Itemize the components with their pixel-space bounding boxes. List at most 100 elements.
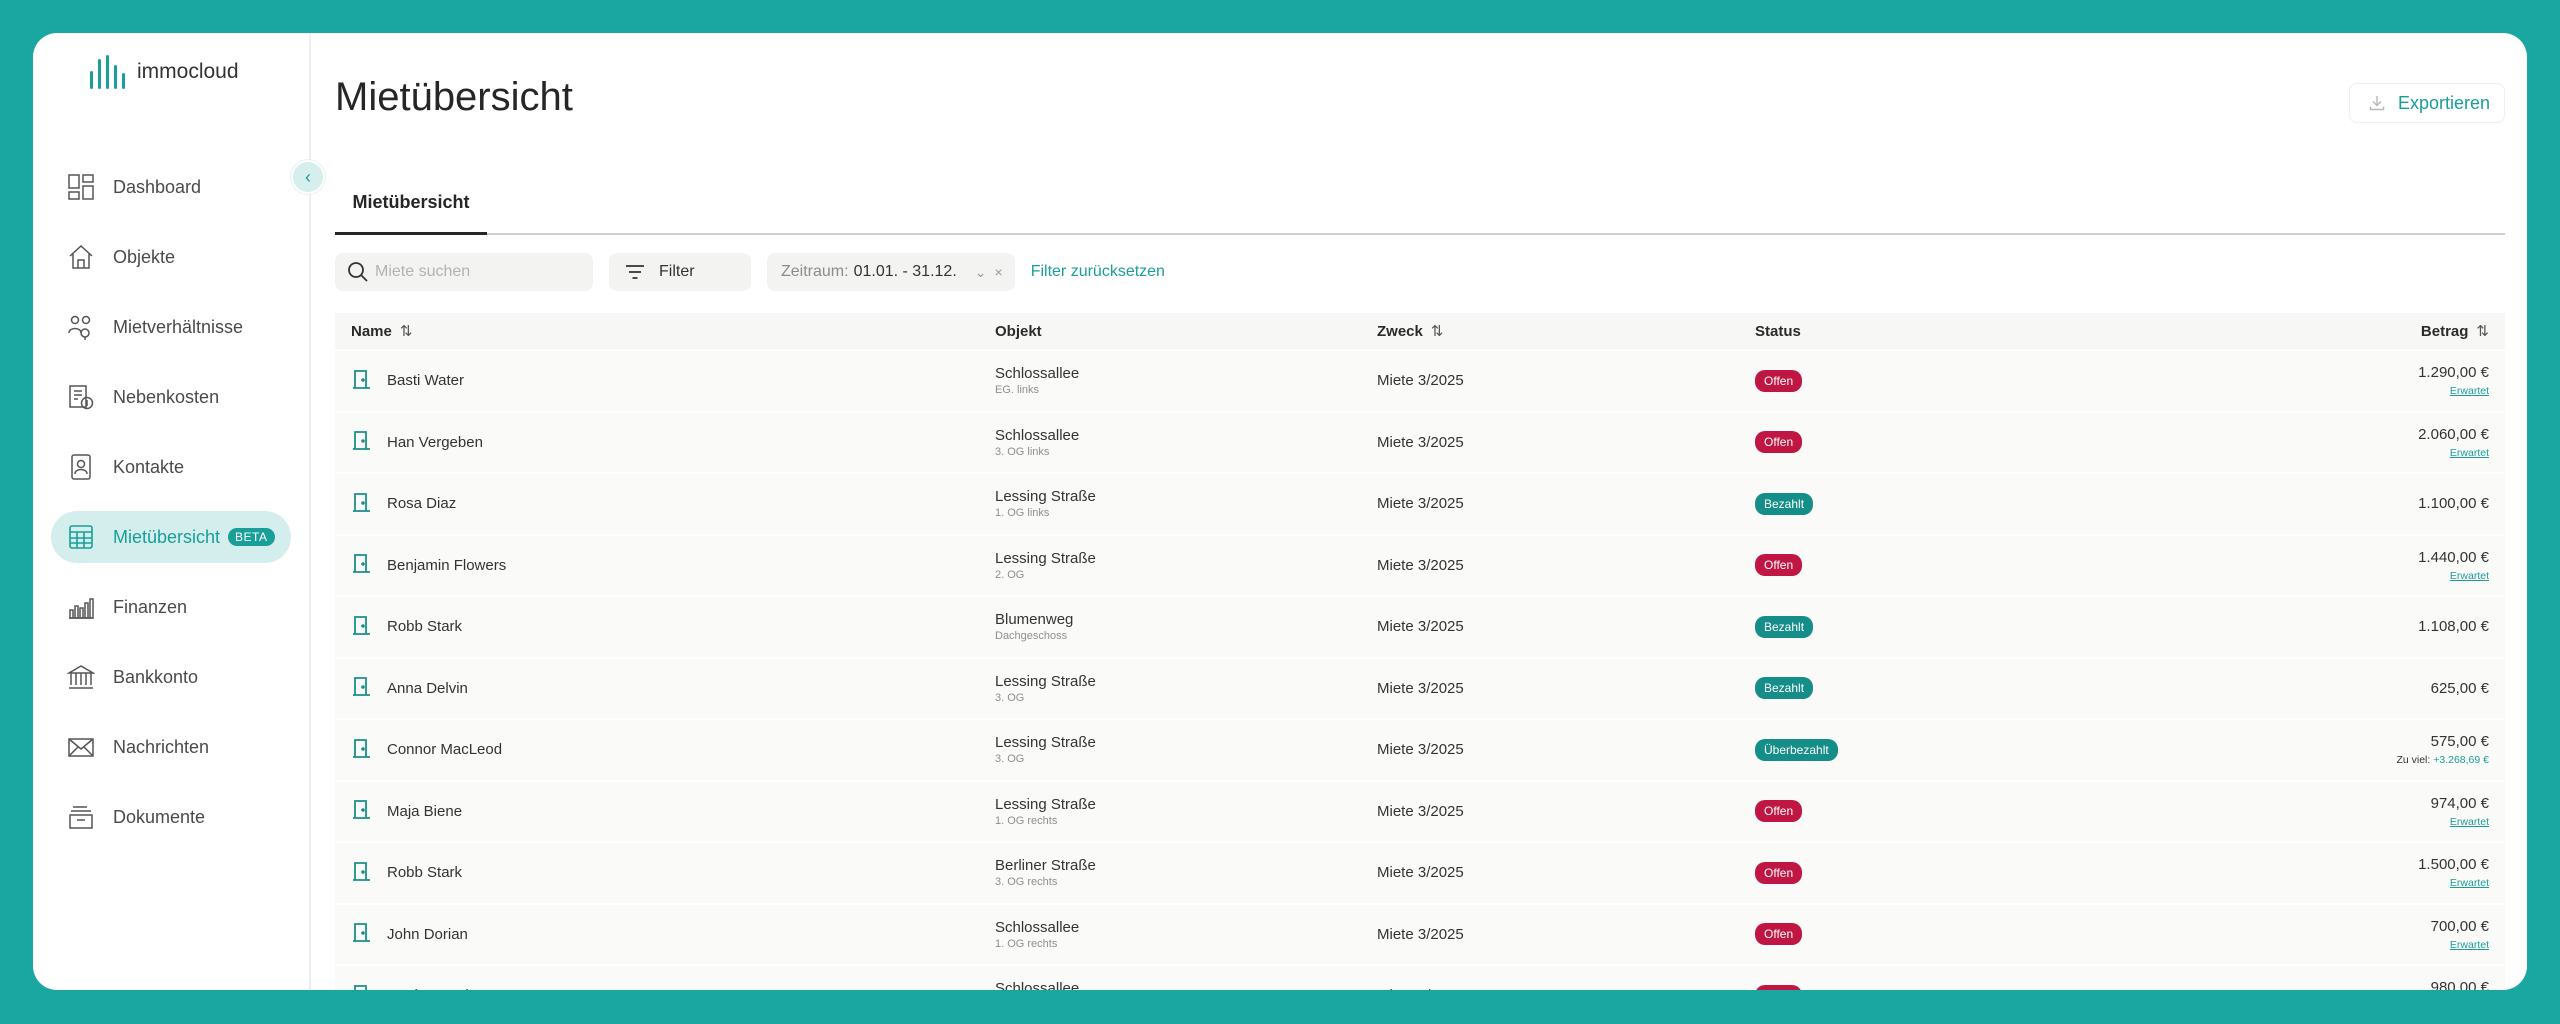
tenant-name[interactable]: John Dorian	[387, 926, 468, 943]
name-cell: Rosa Diaz	[351, 474, 456, 534]
column-betrag-label: Betrag	[2420, 322, 2469, 340]
sort-icon[interactable]: ⇅	[2476, 322, 2489, 340]
logo[interactable]: immocloud	[90, 55, 239, 89]
sidebar-nav: Dashboard Objekte Mietverhältnisse Nebenkos…	[51, 161, 291, 861]
table-row[interactable]: Frodo Baggins Schlossallee1. OG links Miet…	[335, 964, 2505, 990]
table-row[interactable]: Connor MacLeod Lessing Straße 3. OG Miete 3…	[335, 718, 2505, 780]
status-badge: Offen	[1755, 923, 1803, 946]
sidebar-item-label: Dokumente	[113, 806, 206, 827]
tenant-name[interactable]: Basti Water	[387, 372, 464, 389]
objekt-cell: Lessing Straße 3. OG	[995, 720, 1096, 780]
column-objekt-label: Objekt	[995, 322, 1042, 340]
brand-name: immocloud	[137, 60, 239, 83]
search-box[interactable]	[335, 253, 593, 291]
property-name[interactable]: Berliner Straße	[995, 857, 1096, 874]
zweck-cell: Miete 3/2025	[1377, 741, 1464, 759]
door-icon	[351, 798, 373, 824]
objekt-cell: Schlossallee EG. links	[995, 351, 1079, 411]
tenant-name[interactable]: Maja Biene	[387, 803, 462, 820]
sidebar-item-dashboard[interactable]: Dashboard	[51, 161, 291, 213]
sidebar-item-nebenkosten[interactable]: Nebenkosten	[51, 371, 291, 423]
sort-icon[interactable]: ⇅	[400, 322, 413, 340]
tenant-name[interactable]: Benjamin Flowers	[387, 557, 506, 574]
sort-icon[interactable]: ⇅	[1431, 322, 1444, 340]
property-name[interactable]: Schlossallee	[995, 427, 1079, 444]
column-header-name[interactable]: Name ⇅	[351, 322, 413, 341]
status-cell: Überbezahlt	[1755, 720, 1838, 780]
tenant-name[interactable]: Robb Stark	[387, 864, 462, 881]
tenant-name[interactable]: Anna Delvin	[387, 680, 468, 697]
door-icon	[351, 368, 373, 394]
tab-mietuebersicht[interactable]: Mietübersicht	[335, 173, 487, 235]
expected-link[interactable]: Erwartet	[2450, 570, 2489, 582]
zweck-cell: Miete 3/2025	[1377, 556, 1464, 574]
property-name[interactable]: Lessing Straße	[995, 796, 1096, 813]
unit-name: 1. OG rechts	[995, 814, 1058, 827]
property-name[interactable]: Schlossallee	[995, 980, 1079, 990]
table-row[interactable]: Anna Delvin Lessing Straße 3. OG Miete 3/20…	[335, 656, 2505, 718]
sidebar-item-dokumente[interactable]: Dokumente	[51, 791, 291, 843]
property-name[interactable]: Lessing Straße	[995, 550, 1096, 567]
date-range-filter[interactable]: Zeitraum: 01.01. - 31.12. ⌄ ×	[767, 253, 1015, 291]
property-name[interactable]: Blumenweg	[995, 611, 1073, 628]
overpaid-value: +3.268,69 €	[2433, 754, 2489, 767]
export-button[interactable]: Exportieren	[2348, 83, 2505, 123]
tenant-name[interactable]: Frodo Baggins	[387, 987, 485, 990]
column-status-label: Status	[1755, 322, 1801, 340]
overpaid-label: Zu viel:	[2396, 754, 2431, 767]
property-name[interactable]: Schlossallee	[995, 919, 1079, 936]
clear-icon[interactable]: ×	[995, 264, 1003, 280]
table-row[interactable]: Robb Stark Blumenweg Dachgeschoss Miete 3/2…	[335, 595, 2505, 657]
chevron-down-icon[interactable]: ⌄	[975, 264, 987, 281]
tenant-name[interactable]: Connor MacLeod	[387, 741, 502, 758]
column-header-zweck[interactable]: Zweck ⇅	[1377, 322, 1444, 341]
status-badge: Bezahlt	[1755, 615, 1814, 638]
sidebar-item-kontakte[interactable]: Kontakte	[51, 441, 291, 493]
sidebar-item-nachrichten[interactable]: Nachrichten	[51, 721, 291, 773]
documents-icon	[65, 801, 97, 833]
expected-link[interactable]: Erwartet	[2450, 939, 2489, 951]
table-row[interactable]: Rosa Diaz Lessing Straße 1. OG links Miete …	[335, 472, 2505, 534]
status-cell: Offen	[1755, 905, 1803, 965]
property-name[interactable]: Schlossallee	[995, 365, 1079, 382]
collapse-sidebar-button[interactable]: ‹	[291, 160, 325, 194]
table-row[interactable]: Basti Water Schlossallee EG. links Miete 3/…	[335, 349, 2505, 411]
door-icon	[351, 491, 373, 517]
sidebar-item-objekte[interactable]: Objekte	[51, 231, 291, 283]
filter-button[interactable]: Filter	[609, 253, 751, 291]
table-row[interactable]: Robb Stark Berliner Straße 3. OG rechts Mie…	[335, 841, 2505, 903]
expected-link[interactable]: Erwartet	[2450, 447, 2489, 459]
reset-filters-link[interactable]: Filter zurücksetzen	[1031, 263, 1165, 281]
property-name[interactable]: Lessing Straße	[995, 488, 1096, 505]
unit-name: 3. OG	[995, 753, 1025, 766]
name-cell: Robb Stark	[351, 597, 462, 657]
table-row[interactable]: Benjamin Flowers Lessing Straße 2. OG Miete…	[335, 533, 2505, 595]
property-name[interactable]: Lessing Straße	[995, 673, 1096, 690]
tenant-name[interactable]: Han Vergeben	[387, 434, 483, 451]
table-row[interactable]: John Dorian Schlossallee 1. OG rechts Miete…	[335, 902, 2505, 965]
status-cell: Offen	[1755, 843, 1803, 903]
expected-link[interactable]: Erwartet	[2450, 385, 2489, 397]
table-row[interactable]: Maja Biene Lessing Straße 1. OG rechts Miet…	[335, 779, 2505, 842]
filter-label: Filter	[659, 263, 695, 280]
column-name-label: Name	[351, 322, 392, 340]
unit-name: 3. OG	[995, 691, 1025, 704]
sidebar-item-finanzen[interactable]: Finanzen	[51, 581, 291, 633]
sidebar-item-mietuebersicht[interactable]: Mietübersicht BETA	[51, 511, 291, 563]
amount: 1.440,00 €	[2418, 548, 2489, 566]
table-header: Name ⇅ Objekt Zweck ⇅ Status Betrag ⇅	[335, 313, 2505, 349]
house-icon	[65, 241, 97, 273]
bank-icon	[65, 661, 97, 693]
name-cell: Maja Biene	[351, 782, 462, 842]
table-row[interactable]: Han Vergeben Schlossallee 3. OG links Miete…	[335, 410, 2505, 472]
expected-link[interactable]: Erwartet	[2450, 816, 2489, 828]
expected-link[interactable]: Erwartet	[2450, 877, 2489, 889]
export-label: Exportieren	[2397, 92, 2490, 113]
tenant-name[interactable]: Robb Stark	[387, 618, 462, 635]
column-header-betrag[interactable]: Betrag ⇅	[2420, 322, 2489, 341]
property-name[interactable]: Lessing Straße	[995, 734, 1096, 751]
search-input[interactable]	[375, 263, 585, 281]
sidebar-item-bankkonto[interactable]: Bankkonto	[51, 651, 291, 703]
sidebar-item-mietverhaeltnisse[interactable]: Mietverhältnisse	[51, 301, 291, 353]
tenant-name[interactable]: Rosa Diaz	[387, 495, 456, 512]
